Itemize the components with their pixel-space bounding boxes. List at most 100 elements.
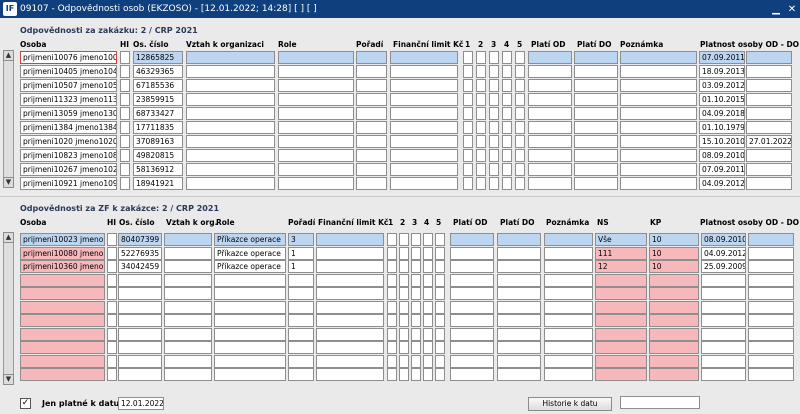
validity-from-cell[interactable]: 07.09.2011	[699, 163, 745, 176]
grid-cell[interactable]	[164, 233, 212, 246]
grid-cell[interactable]	[20, 368, 105, 381]
person-cell[interactable]: prijmeni10267 jmeno10267	[20, 163, 117, 176]
grid-cell[interactable]	[701, 327, 746, 341]
row-checkbox[interactable]	[502, 51, 512, 64]
row-checkbox[interactable]	[435, 233, 445, 246]
order-cell[interactable]: 1	[288, 246, 314, 260]
grid-cell[interactable]	[595, 287, 647, 300]
row-checkbox[interactable]	[515, 79, 525, 92]
grid-cell[interactable]	[356, 93, 387, 106]
table-row[interactable]	[0, 340, 800, 354]
grid-cell[interactable]	[186, 135, 275, 148]
grid-cell[interactable]	[748, 246, 794, 260]
row-checkbox[interactable]	[423, 233, 433, 246]
grid-cell[interactable]	[450, 233, 494, 246]
grid-cell[interactable]	[544, 287, 593, 300]
grid-cell[interactable]	[186, 107, 275, 120]
row-checkbox[interactable]	[399, 287, 409, 300]
validity-from-cell[interactable]: 15.10.2010	[699, 135, 745, 148]
grid-cell[interactable]	[214, 287, 286, 300]
table-row[interactable]: prijmeni10267 jmeno10267 58136912 07.09.20…	[0, 162, 800, 176]
grid-cell[interactable]	[164, 314, 212, 327]
grid-cell[interactable]	[390, 149, 458, 162]
row-checkbox[interactable]	[476, 149, 486, 162]
row-checkbox[interactable]	[476, 121, 486, 134]
grid-cell[interactable]	[701, 287, 746, 300]
personal-number-cell[interactable]: 12865825	[133, 51, 183, 64]
validity-to-cell[interactable]	[746, 79, 792, 92]
row-checkbox[interactable]	[515, 149, 525, 162]
grid-cell[interactable]	[574, 65, 618, 78]
row-checkbox[interactable]	[489, 135, 499, 148]
row-checkbox[interactable]	[411, 287, 421, 300]
row-checkbox[interactable]	[476, 177, 486, 190]
row-checkbox[interactable]	[120, 149, 130, 162]
grid-cell[interactable]	[186, 121, 275, 134]
row-checkbox[interactable]	[476, 163, 486, 176]
grid-cell[interactable]	[649, 273, 699, 287]
row-checkbox[interactable]	[435, 273, 445, 287]
grid-cell[interactable]	[497, 233, 541, 246]
grid-cell[interactable]	[497, 287, 541, 300]
row-checkbox[interactable]	[411, 368, 421, 381]
grid-cell[interactable]	[574, 107, 618, 120]
grid-cell[interactable]	[748, 368, 794, 381]
row-checkbox[interactable]	[411, 273, 421, 287]
grid2-scrollbar[interactable]	[3, 232, 14, 385]
grid-cell[interactable]	[316, 368, 384, 381]
person-cell[interactable]: prijmeni10921 jmeno10921	[20, 177, 117, 190]
grid-cell[interactable]	[214, 314, 286, 327]
grid-cell[interactable]	[649, 300, 699, 314]
row-checkbox[interactable]	[423, 354, 433, 368]
row-checkbox[interactable]	[435, 287, 445, 300]
row-checkbox[interactable]	[463, 121, 473, 134]
table-row[interactable]: prijmeni10921 jmeno10921 18941921 04.09.20…	[0, 176, 800, 190]
grid-cell[interactable]	[544, 327, 593, 341]
validity-from-cell[interactable]: 08.09.2010	[701, 233, 746, 246]
table-row[interactable]: prijmeni10080 jmeno100 52276935 Příkazce o…	[0, 246, 800, 260]
row-checkbox[interactable]	[489, 163, 499, 176]
table-row[interactable]: prijmeni10360 jmeno103 34042459 Příkazce o…	[0, 259, 800, 273]
grid-cell[interactable]	[186, 93, 275, 106]
grid-cell[interactable]	[390, 93, 458, 106]
grid-cell[interactable]	[390, 177, 458, 190]
grid-cell[interactable]	[649, 368, 699, 381]
grid-cell[interactable]	[278, 65, 354, 78]
grid-cell[interactable]	[595, 327, 647, 341]
grid-cell[interactable]	[118, 300, 162, 314]
grid-cell[interactable]	[450, 368, 494, 381]
grid-cell[interactable]	[544, 341, 593, 354]
grid-cell[interactable]	[497, 327, 541, 341]
extra-input[interactable]	[620, 396, 700, 409]
row-checkbox[interactable]	[489, 107, 499, 120]
grid-cell[interactable]	[544, 314, 593, 327]
role-cell[interactable]: Příkazce operace	[214, 246, 286, 260]
grid-cell[interactable]	[528, 51, 572, 64]
table-row[interactable]: prijmeni1384 jmeno1384 17711835 01.10.1979	[0, 120, 800, 134]
person-cell[interactable]: prijmeni10076 jmeno10076	[20, 51, 117, 64]
scroll-down-icon[interactable]: ▼	[3, 374, 14, 385]
row-checkbox[interactable]	[107, 233, 117, 246]
row-checkbox[interactable]	[502, 79, 512, 92]
grid-cell[interactable]	[544, 368, 593, 381]
personal-number-cell[interactable]: 67185536	[133, 79, 183, 92]
row-checkbox[interactable]	[423, 246, 433, 260]
validity-from-cell[interactable]: 04.09.2012	[701, 246, 746, 260]
validity-to-cell[interactable]	[746, 93, 792, 106]
row-checkbox[interactable]	[502, 135, 512, 148]
grid-cell[interactable]	[574, 177, 618, 190]
row-checkbox[interactable]	[399, 314, 409, 327]
row-checkbox[interactable]	[423, 341, 433, 354]
grid-cell[interactable]	[574, 93, 618, 106]
grid-cell[interactable]	[356, 79, 387, 92]
row-checkbox[interactable]	[387, 246, 397, 260]
validity-to-cell[interactable]	[746, 51, 792, 64]
grid-cell[interactable]	[316, 260, 384, 273]
grid-cell[interactable]	[748, 300, 794, 314]
table-row[interactable]	[0, 286, 800, 300]
grid-cell[interactable]	[595, 341, 647, 354]
personal-number-cell[interactable]: 34042459	[118, 260, 162, 273]
row-checkbox[interactable]	[387, 314, 397, 327]
grid-cell[interactable]	[748, 341, 794, 354]
row-checkbox[interactable]	[399, 300, 409, 314]
